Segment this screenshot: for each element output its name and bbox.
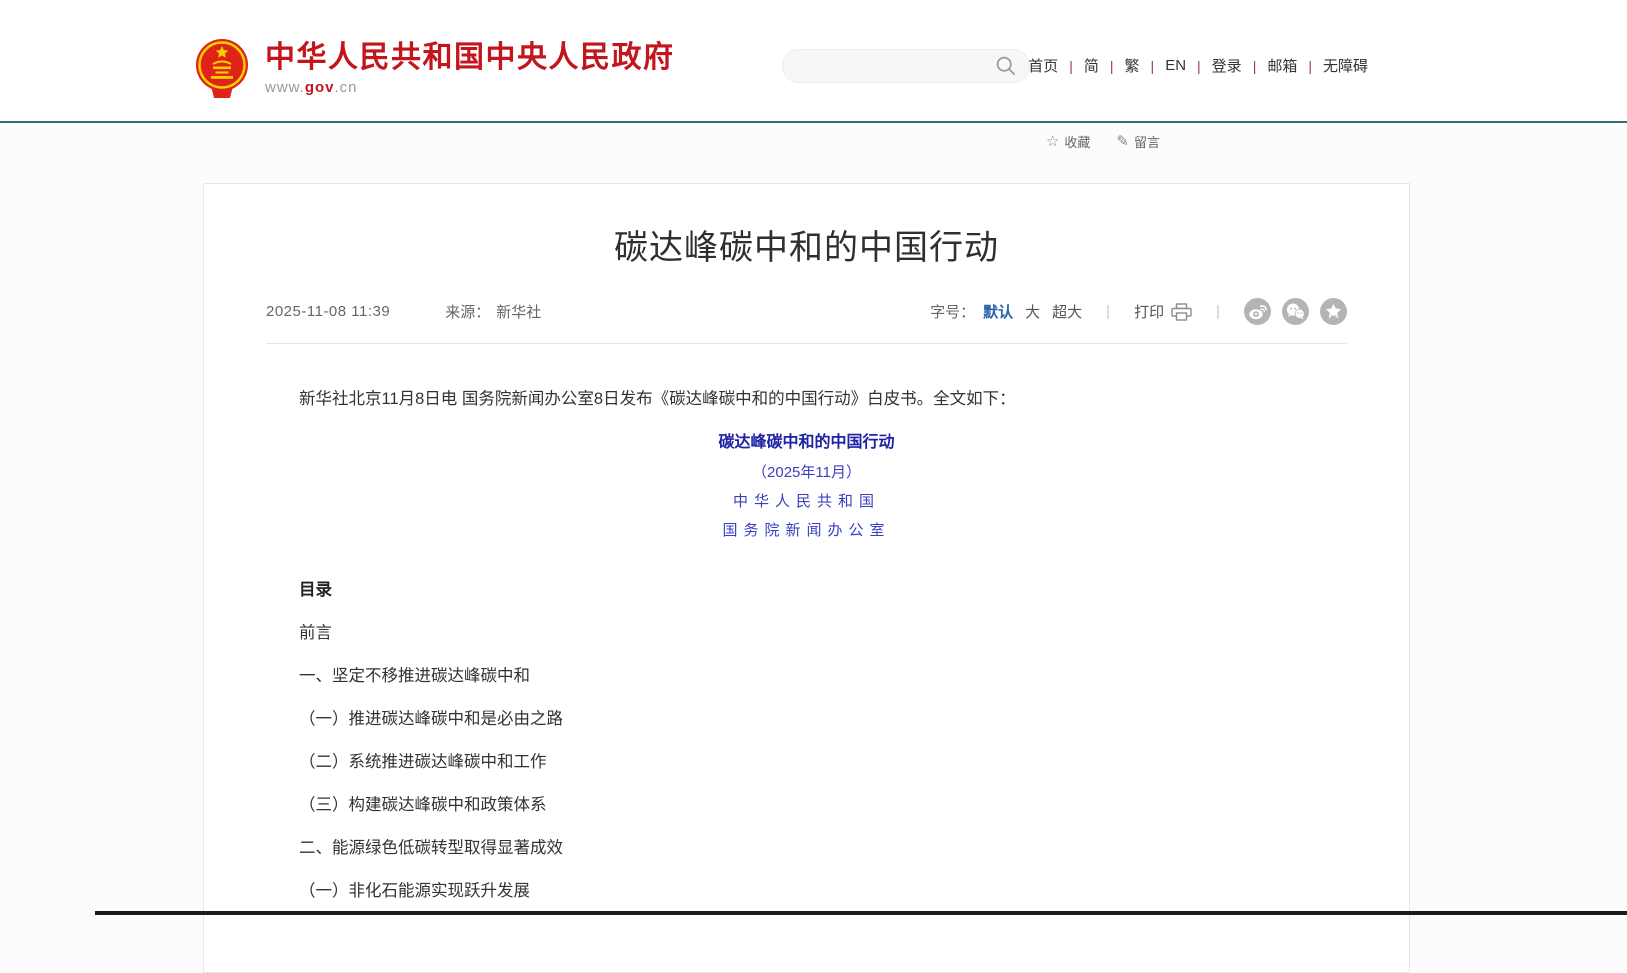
toc-item: （三）构建碳达峰碳中和政策体系 bbox=[266, 790, 1347, 820]
nav-english[interactable]: EN bbox=[1163, 57, 1188, 74]
source-label: 来源： bbox=[445, 304, 490, 321]
article-body: 新华社北京11月8日电 国务院新闻办公室8日发布《碳达峰碳中和的中国行动》白皮书… bbox=[266, 384, 1347, 906]
print-button[interactable]: 打印 bbox=[1134, 301, 1192, 322]
search-icon[interactable] bbox=[995, 55, 1017, 77]
pencil-icon: ✎ bbox=[1116, 134, 1129, 149]
nav-separator: | bbox=[1197, 58, 1201, 74]
article-meta: 2025-11-08 11:39 来源： 新华社 字号： 默认 大 超大 | 打印… bbox=[266, 298, 1347, 325]
national-emblem-icon bbox=[191, 37, 253, 103]
wechat-share-icon[interactable] bbox=[1282, 298, 1309, 325]
toc-item: （一）非化石能源实现跃升发展 bbox=[266, 876, 1347, 906]
site-logo[interactable]: 中华人民共和国中央人民政府 www.gov.cn bbox=[191, 37, 675, 103]
nav-accessibility[interactable]: 无障碍 bbox=[1321, 55, 1370, 76]
document-org-line2: 国务院新闻办公室 bbox=[266, 516, 1347, 545]
toc-item: （二）系统推进碳达峰碳中和工作 bbox=[266, 747, 1347, 777]
nav-separator: | bbox=[1308, 58, 1312, 74]
source-name[interactable]: 新华社 bbox=[496, 304, 541, 321]
screenshot-bottom-edge bbox=[95, 911, 1627, 915]
search-box[interactable] bbox=[782, 49, 1030, 83]
star-outline-icon: ☆ bbox=[1046, 134, 1059, 149]
nav-separator: | bbox=[1110, 58, 1114, 74]
nav-mailbox[interactable]: 邮箱 bbox=[1265, 55, 1299, 76]
document-date: （2025年11月） bbox=[266, 458, 1347, 487]
site-header: 中华人民共和国中央人民政府 www.gov.cn 首页 | 简 | 繁 | EN… bbox=[0, 0, 1627, 123]
toc-item: 一、坚定不移推进碳达峰碳中和 bbox=[266, 661, 1347, 691]
site-title: 中华人民共和国中央人民政府 bbox=[265, 41, 675, 75]
document-title: 碳达峰碳中和的中国行动 bbox=[266, 428, 1347, 458]
url-suffix: .cn bbox=[335, 79, 358, 96]
printer-icon bbox=[1171, 303, 1192, 321]
article-title: 碳达峰碳中和的中国行动 bbox=[264, 224, 1349, 272]
favorite-label: 收藏 bbox=[1064, 132, 1090, 151]
page-actions: ☆ 收藏 ✎ 留言 bbox=[1046, 132, 1160, 151]
nav-simplified-chinese[interactable]: 简 bbox=[1082, 55, 1101, 76]
nav-separator: | bbox=[1069, 58, 1073, 74]
weibo-share-icon[interactable] bbox=[1244, 298, 1271, 325]
meta-right: 字号： 默认 大 超大 | 打印 | bbox=[930, 298, 1347, 325]
comment-label: 留言 bbox=[1134, 132, 1160, 151]
share-buttons bbox=[1244, 298, 1347, 325]
font-size-large-button[interactable]: 大 bbox=[1025, 301, 1040, 322]
site-url: www.gov.cn bbox=[265, 79, 675, 96]
toc-heading: 目录 bbox=[266, 575, 1347, 605]
top-nav: 首页 | 简 | 繁 | EN | 登录 | 邮箱 | 无障碍 bbox=[1026, 55, 1370, 76]
nav-separator: | bbox=[1253, 58, 1257, 74]
meta-underline bbox=[266, 343, 1347, 344]
url-gov: gov bbox=[305, 79, 335, 96]
publish-date: 2025-11-08 11:39 bbox=[266, 303, 390, 320]
article-card: 碳达峰碳中和的中国行动 2025-11-08 11:39 来源： 新华社 字号： … bbox=[203, 183, 1410, 973]
source: 来源： 新华社 bbox=[445, 301, 541, 322]
nav-login[interactable]: 登录 bbox=[1210, 55, 1244, 76]
font-size-label: 字号： bbox=[930, 301, 975, 322]
search-input[interactable] bbox=[799, 57, 995, 75]
favorite-button[interactable]: ☆ 收藏 bbox=[1046, 132, 1090, 151]
toc-item: （一）推进碳达峰碳中和是必由之路 bbox=[266, 704, 1347, 734]
toc-item: 二、能源绿色低碳转型取得显著成效 bbox=[266, 833, 1347, 863]
logo-text: 中华人民共和国中央人民政府 www.gov.cn bbox=[265, 37, 675, 96]
lead-paragraph: 新华社北京11月8日电 国务院新闻办公室8日发布《碳达峰碳中和的中国行动》白皮书… bbox=[266, 384, 1347, 414]
url-prefix: www. bbox=[265, 79, 305, 96]
font-size-xlarge-button[interactable]: 超大 bbox=[1052, 301, 1082, 322]
toc-item: 前言 bbox=[266, 618, 1347, 648]
meta-left: 2025-11-08 11:39 来源： 新华社 bbox=[266, 301, 541, 322]
document-org-line1: 中华人民共和国 bbox=[266, 487, 1347, 516]
print-label: 打印 bbox=[1134, 301, 1164, 322]
nav-home[interactable]: 首页 bbox=[1026, 55, 1060, 76]
nav-traditional-chinese[interactable]: 繁 bbox=[1123, 55, 1142, 76]
meta-divider-bar: | bbox=[1216, 303, 1220, 320]
comment-button[interactable]: ✎ 留言 bbox=[1116, 132, 1160, 151]
qzone-star-share-icon[interactable] bbox=[1320, 298, 1347, 325]
meta-divider-bar: | bbox=[1106, 303, 1110, 320]
nav-separator: | bbox=[1151, 58, 1155, 74]
font-size-default-button[interactable]: 默认 bbox=[983, 301, 1013, 322]
